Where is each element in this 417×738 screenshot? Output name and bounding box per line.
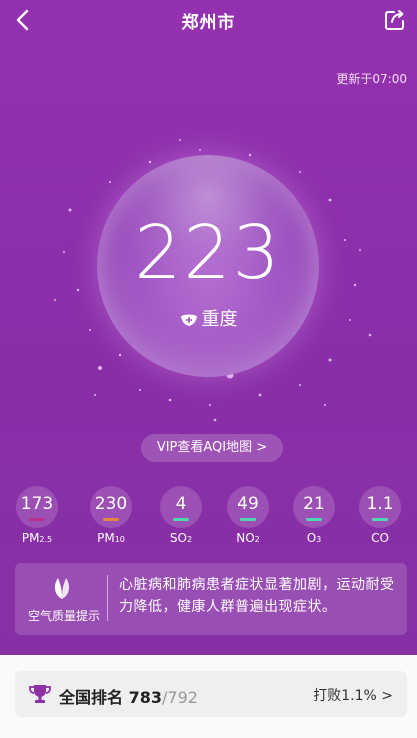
ranking-text: 全国排名 783/792 <box>59 684 198 708</box>
pollutant-value: 230 <box>94 494 128 514</box>
trophy-icon <box>29 685 51 703</box>
pollutant-list: 173 PM2.5 230 PM10 4 SO2 49 NO2 21 O3 1.… <box>13 486 407 546</box>
vip-aqi-map-button[interactable]: VIP查看AQI地图 > <box>141 434 283 462</box>
aqi-orb: 223 重度 <box>97 155 319 377</box>
pollutant-value: 4 <box>175 494 187 514</box>
beat-percentage-link[interactable]: 打败1.1% > <box>313 685 393 705</box>
national-ranking-card[interactable]: 全国排名 783/792 打败1.1% > <box>15 671 407 717</box>
ranking-total: /792 <box>162 688 198 707</box>
pollutant-circle: 4 <box>160 486 202 528</box>
tip-title: 空气质量提示 <box>27 609 100 623</box>
aqi-level-label: 重度 <box>201 309 238 330</box>
aqi-value: 223 <box>134 210 282 296</box>
pollutant-level-bar <box>103 518 119 521</box>
pollutant-name: SO2 <box>169 531 193 545</box>
update-time: 更新于07:00 <box>336 72 407 86</box>
pollutant-level-bar <box>240 518 256 521</box>
pollutant-co[interactable]: 1.1 CO <box>356 486 404 545</box>
mask-icon <box>180 314 197 326</box>
pollutant-no2[interactable]: 49 NO2 <box>224 486 272 545</box>
pollutant-name: NO2 <box>236 531 260 545</box>
pollutant-o3[interactable]: 21 O3 <box>290 486 338 545</box>
pollutant-level-bar <box>372 518 388 521</box>
tip-text: 心脏病和肺病患者症状显著加剧，运动耐受力降低，健康人群普遍出现症状。 <box>119 577 395 615</box>
divider <box>107 575 108 621</box>
pollutant-name: O3 <box>306 531 322 545</box>
pollutant-name: PM10 <box>97 531 125 545</box>
pollutant-name: PM2.5 <box>21 531 53 545</box>
pollutant-circle: 1.1 <box>359 486 401 528</box>
ranking-label: 全国排名 <box>59 688 124 707</box>
leaf-icon <box>54 578 70 599</box>
pollutant-pm10[interactable]: 230 PM10 <box>87 486 135 545</box>
pollutant-pm25[interactable]: 173 PM2.5 <box>13 486 61 545</box>
pollutant-circle: 230 <box>90 486 132 528</box>
air-quality-tip-card: 空气质量提示 心脏病和肺病患者症状显著加剧，运动耐受力降低，健康人群普遍出现症状… <box>15 563 407 635</box>
ranking-value: 783 <box>128 688 162 707</box>
bottom-panel: 全国排名 783/792 打败1.1% > <box>0 655 417 738</box>
pollutant-name: CO <box>371 531 389 545</box>
pollutant-level-bar <box>29 518 45 521</box>
pollutant-value: 1.1 <box>366 494 394 514</box>
header: 郑州市 <box>0 0 417 40</box>
pollutant-value: 49 <box>237 494 259 514</box>
pollutant-circle: 49 <box>227 486 269 528</box>
pollutant-circle: 21 <box>293 486 335 528</box>
pollutant-value: 173 <box>20 494 54 514</box>
aqi-level: 重度 <box>97 305 319 331</box>
share-icon[interactable] <box>383 8 407 32</box>
pollutant-value: 21 <box>303 494 325 514</box>
page-title: 郑州市 <box>181 13 236 33</box>
pollutant-circle: 173 <box>16 486 58 528</box>
pollutant-level-bar <box>173 518 189 521</box>
pollutant-level-bar <box>306 518 322 521</box>
pollutant-so2[interactable]: 4 SO2 <box>157 486 205 545</box>
